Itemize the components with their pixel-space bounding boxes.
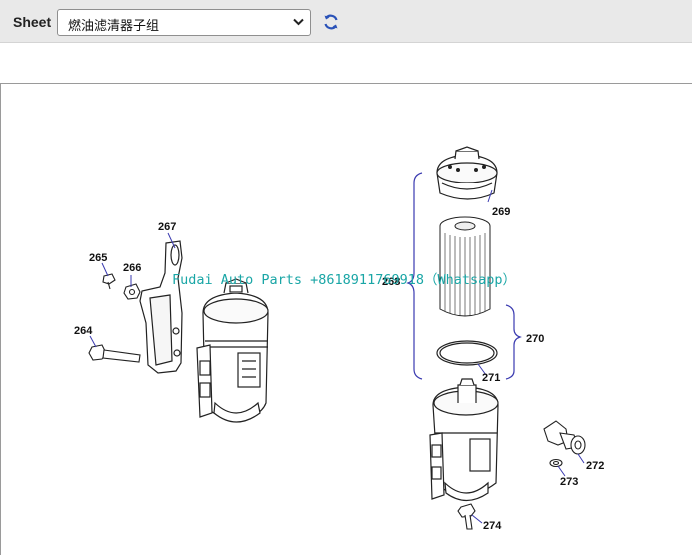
callout-267[interactable]: 267 — [158, 221, 176, 233]
callout-269[interactable]: 269 — [492, 206, 510, 218]
cap-269[interactable] — [436, 146, 498, 200]
bolt-264[interactable] — [88, 344, 141, 363]
callout-274[interactable]: 274 — [483, 520, 502, 532]
callout-271[interactable]: 271 — [482, 372, 500, 384]
bracket-270 — [505, 304, 522, 380]
callout-272[interactable]: 272 — [586, 460, 604, 472]
parts-diagram: 267 265 266 264 268 269 270 271 272 273 … — [74, 146, 604, 532]
callout-270[interactable]: 270 — [526, 333, 544, 345]
filter-housing-right[interactable] — [429, 378, 499, 502]
nut-266[interactable] — [123, 283, 141, 300]
washer-273[interactable] — [549, 458, 563, 468]
bracket-267[interactable] — [139, 240, 183, 374]
refresh-icon[interactable] — [322, 13, 340, 31]
bolt-274[interactable] — [457, 503, 476, 530]
watermark: Fudai Auto Parts +8618911769918（Whatsapp… — [172, 272, 516, 288]
filter-housing-left[interactable] — [196, 278, 269, 423]
callout-266[interactable]: 266 — [123, 262, 141, 274]
toolbar: Sheet 燃油滤清器子组 — [0, 0, 692, 43]
sensor-272[interactable] — [543, 420, 586, 455]
sheet-label: Sheet — [13, 14, 52, 30]
callout-264[interactable]: 264 — [74, 325, 93, 337]
chevron-down-icon — [293, 18, 304, 26]
oring-271[interactable] — [436, 340, 498, 366]
bolt-265[interactable] — [102, 273, 116, 290]
callout-265[interactable]: 265 — [89, 252, 107, 264]
filter-element[interactable] — [439, 216, 491, 317]
sheet-select[interactable]: 燃油滤清器子组 — [57, 9, 311, 36]
sheet-select-value: 燃油滤清器子组 — [68, 19, 160, 34]
callout-273[interactable]: 273 — [560, 476, 578, 488]
